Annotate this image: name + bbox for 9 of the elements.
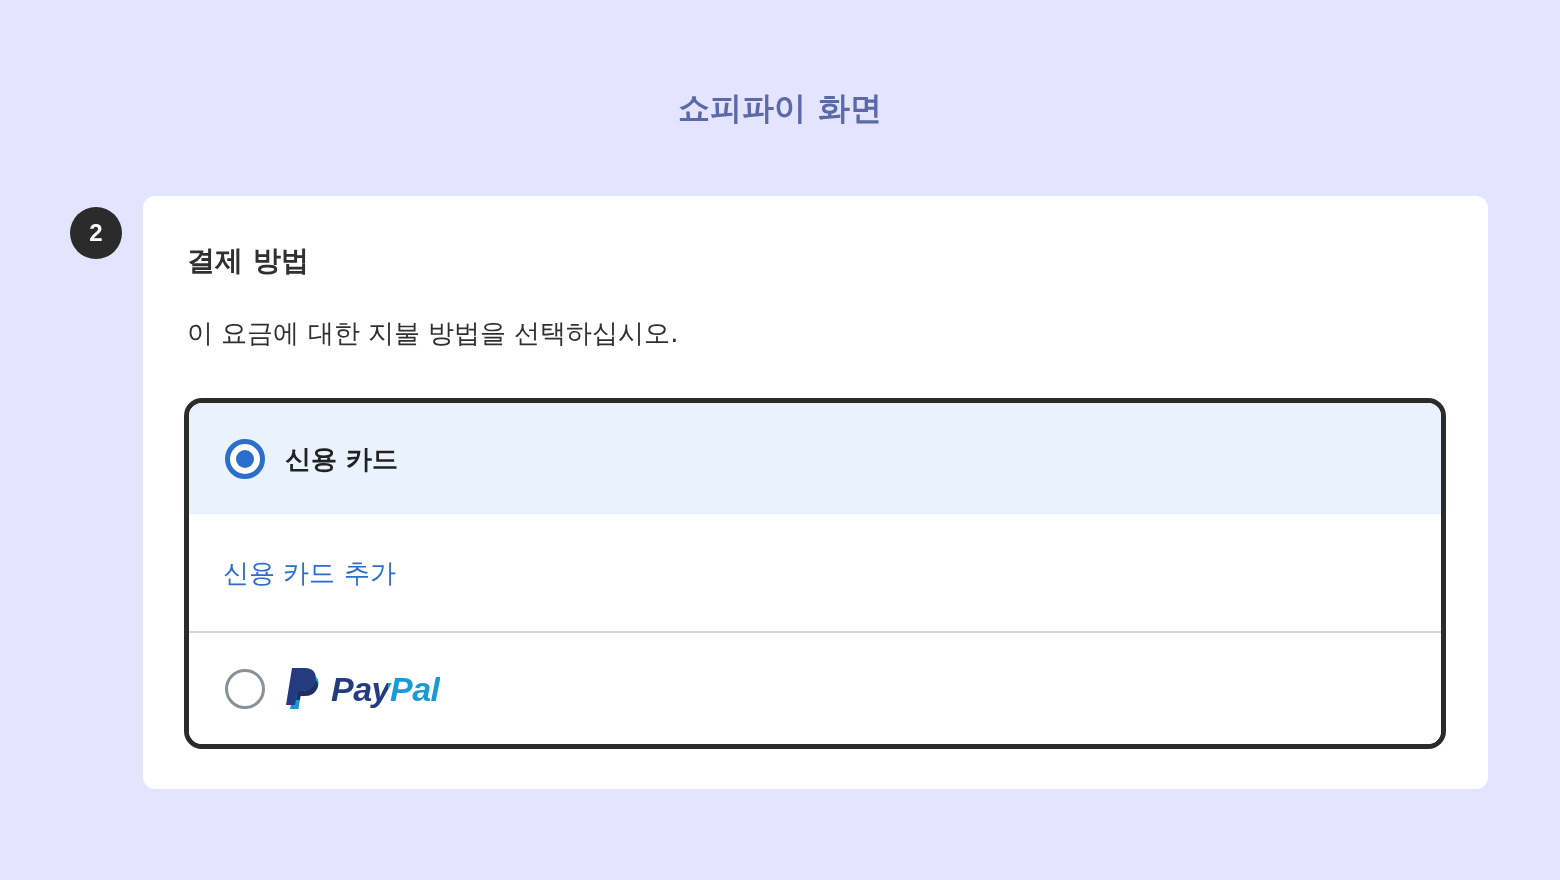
step-number: 2 (70, 207, 122, 259)
radio-button[interactable] (225, 668, 265, 709)
p-monogram-icon (284, 668, 319, 709)
option-label: 신용 카드 (285, 442, 399, 476)
screen-title: 쇼피파이 화면 (678, 88, 882, 129)
add-card-link[interactable]: 신용 카드 추가 (223, 552, 396, 593)
section-description: 이 요금에 대한 지불 방법을 선택하십시오. (187, 317, 679, 350)
section-heading: 결제 방법 (187, 243, 309, 279)
radio-button[interactable] (225, 438, 265, 479)
